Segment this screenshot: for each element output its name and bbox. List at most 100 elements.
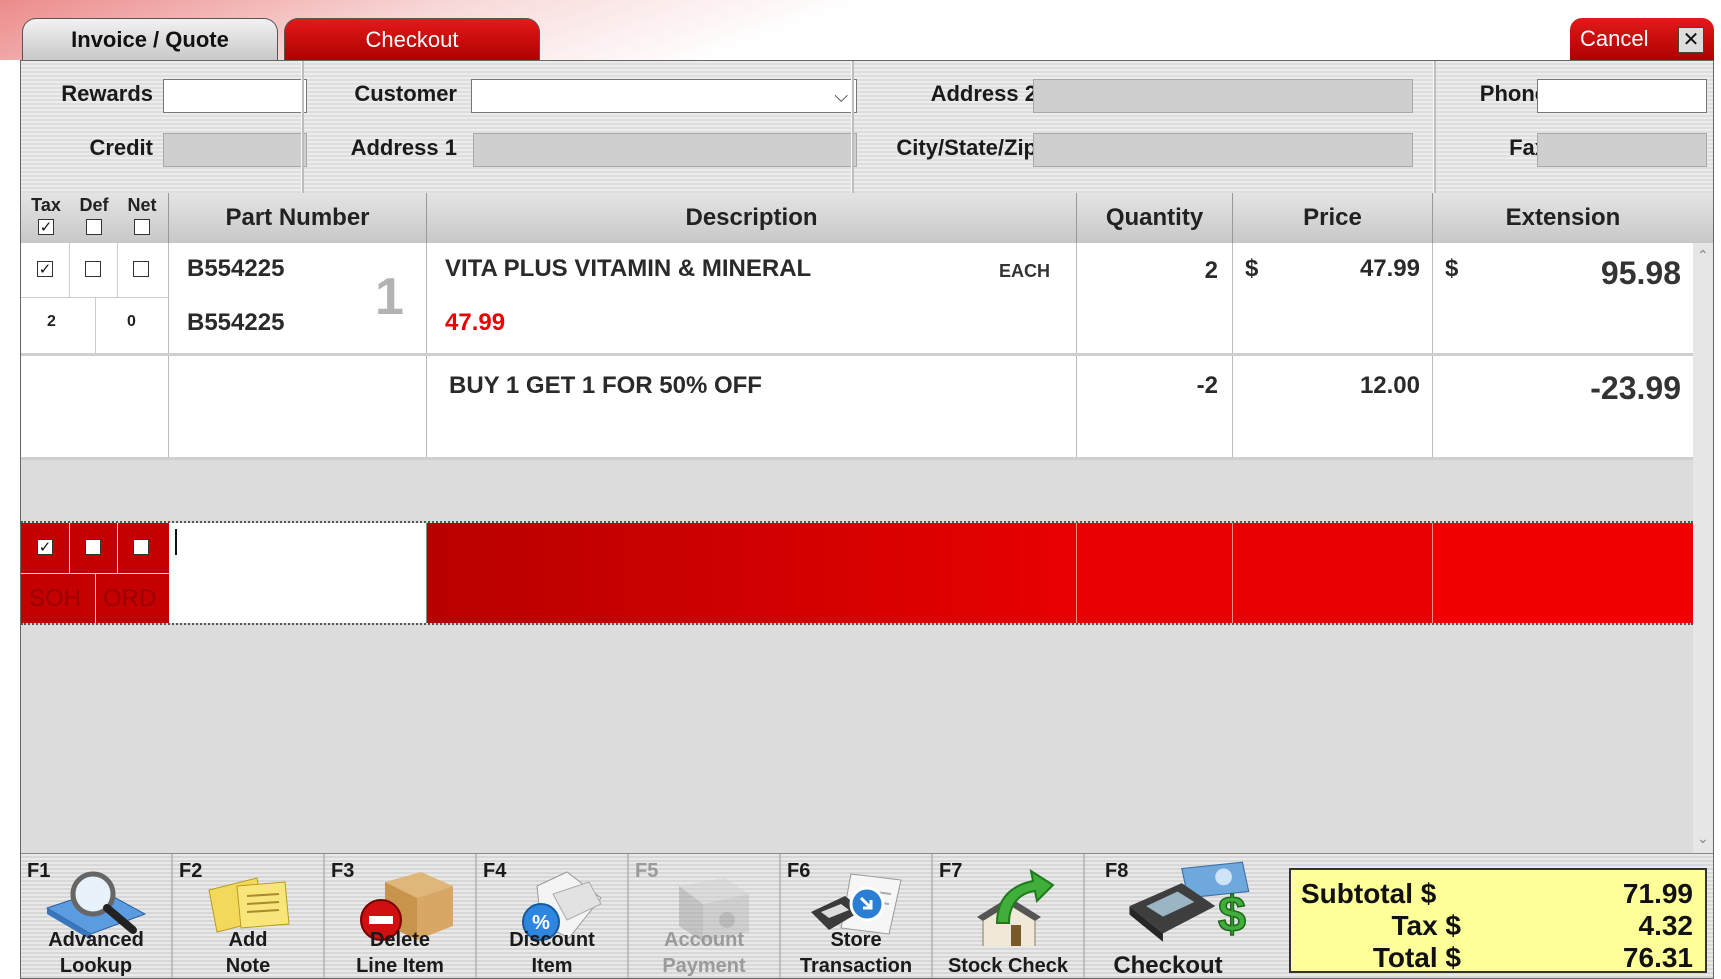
extension-cell: $ 95.98 [1433, 243, 1693, 353]
quantity-cell[interactable]: 2 [1077, 243, 1233, 353]
quantity-cell: -2 [1077, 356, 1233, 457]
fax-field [1537, 133, 1707, 167]
price-value: 47.99 [1359, 255, 1420, 282]
caption-line2: Payment [662, 955, 746, 977]
fkey-caption: Checkout [1093, 953, 1243, 979]
totals-panel: Subtotal $ 71.99 Tax $ 4.32 Total $ 76.3… [1289, 868, 1707, 973]
phone-field[interactable] [1537, 79, 1707, 113]
tax-checkbox[interactable]: ✓ [37, 261, 53, 278]
customer-panel: Rewards Credit Customer ⌵ Address 1 Addr… [21, 61, 1713, 194]
divider [851, 61, 854, 193]
invoice-window: Rewards Credit Customer ⌵ Address 1 Addr… [20, 60, 1714, 979]
net-checkbox[interactable] [133, 539, 149, 555]
fkey-caption: Discount Item [477, 927, 627, 978]
customer-select[interactable]: ⌵ [471, 79, 857, 113]
fkey-caption: Account Payment [629, 927, 779, 978]
customer-label: Customer [354, 81, 457, 106]
text-cursor [175, 529, 177, 555]
price-column-header[interactable]: Price [1233, 193, 1433, 243]
quantity-column-header[interactable]: Quantity [1077, 193, 1233, 243]
soh-value: 2 [47, 313, 56, 330]
tax-checkbox[interactable]: ✓ [37, 539, 53, 556]
address1-field [473, 133, 857, 167]
extension-currency: $ [1445, 255, 1459, 282]
quantity-value: -2 [1196, 372, 1218, 399]
flags-cell [21, 356, 169, 457]
flags-cell: ✓ 2 0 [21, 243, 169, 353]
advanced-lookup-button[interactable]: F1 Advanced Lookup [21, 854, 173, 978]
divider [301, 61, 304, 193]
vertical-scrollbar[interactable]: ⌃ ⌄ [1693, 243, 1713, 853]
subtotal-label: Subtotal $ [1301, 878, 1437, 909]
extension-value: -23.99 [1590, 370, 1681, 406]
checkout-button[interactable]: F8 $ Checkout [1085, 854, 1275, 979]
extension-cell [1433, 523, 1693, 623]
part-number-cell: B554225 B554225 1 [169, 243, 427, 353]
scroll-down-icon[interactable]: ⌄ [1697, 830, 1709, 847]
fkey-caption: Add Note [173, 927, 323, 978]
promo-description: BUY 1 GET 1 FOR 50% OFF [449, 372, 762, 399]
divider [1433, 61, 1436, 193]
tab-checkout[interactable]: Checkout [284, 18, 540, 60]
svg-text:$: $ [1218, 886, 1246, 942]
discount-item-button[interactable]: F4 % Discount Item [477, 854, 629, 978]
description-column-header[interactable]: Description [427, 193, 1077, 243]
ord-value: 0 [127, 313, 136, 330]
caption-line2: Line Item [356, 955, 444, 977]
unit-of-measure: EACH [999, 261, 1051, 281]
address2-label: Address 2 [930, 81, 1037, 106]
rewards-label: Rewards [61, 81, 153, 106]
tax-value: 4.32 [1638, 910, 1694, 941]
price-cell[interactable]: $ 47.99 [1233, 243, 1433, 353]
table-row[interactable]: ✓ 2 0 B554225 B554225 1 VITA PLUS VITAMI… [21, 243, 1693, 356]
part-number-column-header[interactable]: Part Number [169, 193, 427, 243]
extension-value: 95.98 [1600, 255, 1681, 291]
caption-line1: Delete [369, 929, 431, 951]
delete-line-item-button[interactable]: F3 Delete Line Item [325, 854, 477, 978]
close-icon[interactable]: ✕ [1678, 27, 1704, 53]
city-state-zip-label: City/State/Zip [896, 135, 1037, 160]
tab-invoice-quote[interactable]: Invoice / Quote [22, 18, 278, 60]
def-checkbox[interactable] [85, 539, 101, 555]
chevron-down-icon[interactable]: ⌵ [834, 80, 848, 112]
table-row[interactable]: BUY 1 GET 1 FOR 50% OFF -2 12.00 -23.99 [21, 356, 1693, 460]
city-state-zip-field [1033, 133, 1413, 167]
total-label: Total $ [1372, 942, 1461, 973]
extension-column-header[interactable]: Extension [1433, 193, 1693, 243]
stock-check-button[interactable]: F7 Stock Check [933, 854, 1085, 978]
caption-line2: Stock Check [947, 955, 1069, 977]
caption-line1: Discount [509, 929, 595, 951]
caption-line2: Note [225, 955, 271, 977]
tax-label: Tax $ [1391, 910, 1461, 941]
part-number-secondary: B554225 [187, 309, 285, 336]
net-checkbox[interactable] [133, 261, 149, 277]
flags-cell: ✓ SOH ORD [21, 523, 169, 623]
fkey-caption: Stock Check [933, 953, 1083, 978]
fkey-caption: Store Transaction [781, 927, 931, 978]
item-description: VITA PLUS VITAMIN & MINERAL [445, 255, 812, 282]
description-cell: VITA PLUS VITAMIN & MINERAL EACH 47.99 [427, 243, 1077, 353]
ord-label: ORD [103, 585, 157, 612]
store-transaction-button[interactable]: F6 Store Transaction [781, 854, 933, 978]
scroll-up-icon[interactable]: ⌃ [1697, 247, 1709, 264]
account-payment-button[interactable]: F5 Account Payment [629, 854, 781, 978]
def-checkbox[interactable] [85, 261, 101, 277]
caption-line1: Advanced [48, 929, 144, 951]
description-cell: BUY 1 GET 1 FOR 50% OFF [427, 356, 1077, 457]
subtotal-value: 71.99 [1622, 878, 1693, 909]
caption-line2: Checkout [1113, 952, 1223, 979]
price-cell [1233, 523, 1433, 623]
caption-line1: Add [228, 929, 268, 951]
fkey-caption: Advanced Lookup [21, 927, 171, 978]
quantity-value: 2 [1204, 257, 1218, 284]
cancel-button[interactable]: Cancel ✕ [1570, 18, 1714, 60]
rewards-field[interactable] [163, 79, 307, 113]
part-number-input[interactable] [169, 523, 427, 623]
caption-line2: Lookup [59, 955, 133, 977]
credit-field [163, 133, 307, 167]
new-line-entry-row[interactable]: ✓ SOH ORD [21, 521, 1693, 625]
add-note-button[interactable]: F2 Add Note [173, 854, 325, 978]
address1-label: Address 1 [350, 135, 457, 160]
price-value: 12.00 [1359, 372, 1420, 399]
part-number: B554225 [187, 255, 285, 282]
